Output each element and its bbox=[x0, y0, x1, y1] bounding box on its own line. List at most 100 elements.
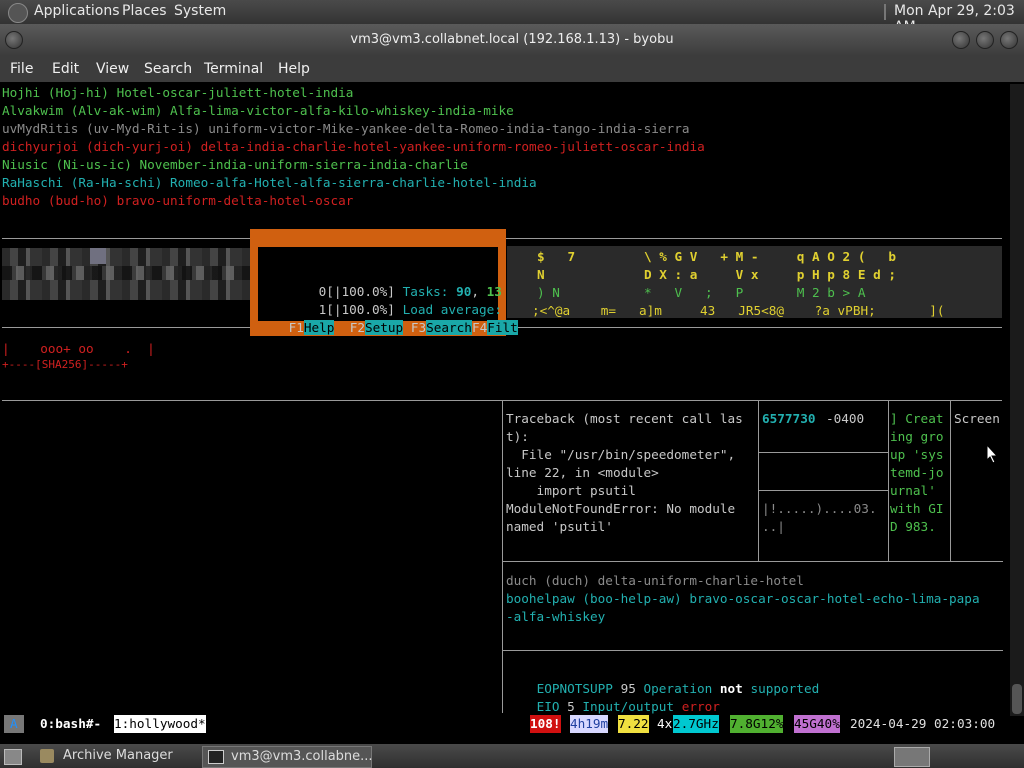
applications-menu[interactable]: Applications bbox=[34, 3, 120, 19]
pane-divider bbox=[758, 401, 759, 561]
menu-edit[interactable]: Edit bbox=[52, 61, 79, 77]
htop-fkeys: F1Help F2Setup F3SearchF4Filt bbox=[258, 301, 518, 335]
journal-line: with GI bbox=[890, 501, 944, 516]
show-desktop-icon[interactable] bbox=[4, 749, 22, 765]
window-title: vm3@vm3.collabnet.local (192.168.1.13) -… bbox=[350, 32, 674, 47]
updates-badge: 108! bbox=[530, 715, 561, 733]
hollywood-line: Alvakwim (Alv-ak-wim) Alfa-lima-victor-a… bbox=[2, 103, 514, 118]
matrix-row: N D X : a V x p H p 8 E d ; bbox=[537, 267, 897, 282]
close-button[interactable] bbox=[1000, 31, 1018, 49]
pane-divider bbox=[759, 490, 888, 491]
load-badge: 7.22 bbox=[618, 715, 649, 733]
cpu0-meter: 0[|100.0%] Tasks: 90, 13 bbox=[318, 284, 502, 299]
menu-terminal[interactable]: Terminal bbox=[204, 61, 263, 77]
dots-line: |!.....)....03. bbox=[762, 501, 877, 516]
window-tab-hollywood[interactable]: 1:hollywood* bbox=[114, 715, 206, 733]
fkey-f2[interactable]: F2 bbox=[350, 320, 365, 335]
maximize-button[interactable] bbox=[976, 31, 994, 49]
mouse-cursor-icon bbox=[986, 443, 999, 468]
matrix-row: ;<^@a m= a]m 43 JR5<8@ ?a vPBH; ]( bbox=[532, 303, 945, 318]
archive-manager-icon bbox=[40, 749, 54, 763]
fkey-setup[interactable]: Setup bbox=[364, 320, 404, 335]
menu-view[interactable]: View bbox=[96, 61, 129, 77]
journal-line: ing gro bbox=[890, 429, 944, 444]
system-menu[interactable]: System bbox=[174, 3, 226, 19]
fkey-filter[interactable]: Filt bbox=[487, 320, 518, 335]
error-line: EIO 5 Input/output error bbox=[536, 699, 720, 714]
matrix-row: ) N * V ; P M 2 b > A bbox=[537, 285, 866, 300]
menu-help[interactable]: Help bbox=[278, 61, 310, 77]
traceback-line: import psutil bbox=[506, 483, 636, 498]
fkey-f3[interactable]: F3 bbox=[411, 320, 426, 335]
journal-line: urnal' bbox=[890, 483, 936, 498]
taskbar-item-archive-manager[interactable]: Archive Manager bbox=[36, 746, 196, 766]
hollywood-line: duch (duch) delta-uniform-charlie-hotel bbox=[506, 573, 804, 588]
traceback-line: line 22, in <module> bbox=[506, 465, 659, 480]
pane-divider bbox=[503, 650, 1003, 651]
fkey-f1[interactable]: F1 bbox=[289, 320, 304, 335]
memory-badge: 7.8G12% bbox=[730, 715, 784, 733]
scrollbar-thumb[interactable] bbox=[1012, 684, 1022, 714]
fkey-search[interactable]: Search bbox=[426, 320, 472, 335]
traceback-line: ModuleNotFoundError: No module bbox=[506, 501, 736, 516]
places-menu[interactable]: Places bbox=[122, 3, 167, 19]
journal-line: D 983. bbox=[890, 519, 936, 534]
taskbar-label: vm3@vm3.collabne... bbox=[231, 749, 373, 764]
pixel-noise-pane bbox=[2, 246, 250, 302]
cpu-freq-badge: 2.7GHz bbox=[673, 715, 719, 733]
dots-line: ..| bbox=[762, 519, 785, 534]
gnome-foot-icon[interactable] bbox=[8, 3, 28, 23]
journal-line: temd-jo bbox=[890, 465, 944, 480]
hollywood-line: Hojhi (Hoj-hi) Hotel-oscar-juliett-hotel… bbox=[2, 85, 354, 100]
pane-divider bbox=[888, 401, 889, 561]
taskbar-label: Archive Manager bbox=[63, 748, 173, 763]
fkey-help[interactable]: Help bbox=[303, 320, 335, 335]
minimize-button[interactable] bbox=[952, 31, 970, 49]
uptime-badge: 4h19m bbox=[570, 715, 609, 733]
journal-line: up 'sys bbox=[890, 447, 944, 462]
traceback-line: File "/usr/bin/speedometer", bbox=[506, 447, 736, 462]
terminal-menubar: File Edit View Search Terminal Help bbox=[0, 56, 1024, 82]
hollywood-line: Niusic (Ni-us-ic) November-india-uniform… bbox=[2, 157, 468, 172]
cpu1-meter: 1[|100.0%] Load average: bbox=[318, 302, 502, 317]
journal-line: ] Creat bbox=[890, 411, 944, 426]
timestamp-tz: -0400 bbox=[826, 411, 865, 426]
hollywood-line: RaHaschi (Ra-Ha-schi) Romeo-alfa-Hotel-a… bbox=[2, 175, 537, 190]
terminal-icon bbox=[208, 750, 224, 764]
sha-art-line: +----[SHA256]-----+ bbox=[2, 358, 128, 371]
pane-divider bbox=[950, 401, 951, 561]
menu-search[interactable]: Search bbox=[144, 61, 192, 77]
terminal-scrollbar[interactable] bbox=[1010, 84, 1024, 716]
taskbar-item-terminal[interactable]: vm3@vm3.collabne... bbox=[202, 746, 373, 768]
bottom-taskbar: Archive Manager vm3@vm3.collabne... bbox=[0, 744, 1024, 768]
window-titlebar[interactable]: vm3@vm3.collabnet.local (192.168.1.13) -… bbox=[0, 24, 1024, 56]
byobu-statusbar: A 0:bash#- 1:hollywood* 108! 4h19m 7.22 … bbox=[0, 714, 1006, 734]
fkey-f4[interactable]: F4 bbox=[472, 320, 487, 335]
window-tab-bash[interactable]: 0:bash#- bbox=[40, 715, 101, 733]
hollywood-line: budho (bud-ho) bravo-uniform-delta-hotel… bbox=[2, 193, 354, 208]
matrix-pane: $ 7 \ % G V + M - q A O 2 ( b N D X : a … bbox=[507, 246, 1002, 318]
panel-separator bbox=[884, 4, 886, 20]
datetime: 2024-04-29 02:03:00 bbox=[850, 716, 996, 731]
hollywood-line: dichyurjoi (dich-yurj-oi) delta-india-ch… bbox=[2, 139, 705, 154]
traceback-line: Traceback (most recent call las bbox=[506, 411, 743, 426]
hollywood-line: -alfa-whiskey bbox=[506, 609, 606, 624]
screen-label: Screen bbox=[954, 411, 1000, 426]
top-panel: Applications Places System Mon Apr 29, 2… bbox=[0, 0, 1024, 35]
cpu-count: 4x bbox=[657, 716, 673, 731]
hollywood-line: uvMydRitis (uv-Myd-Rit-is) uniform-victo… bbox=[2, 121, 690, 136]
session-badge: A bbox=[4, 715, 24, 733]
pane-divider bbox=[503, 561, 1003, 562]
menu-file[interactable]: File bbox=[10, 61, 33, 77]
pane-divider bbox=[759, 452, 888, 453]
hollywood-line: boohelpaw (boo-help-aw) bravo-oscar-osca… bbox=[506, 591, 980, 606]
matrix-row: $ 7 \ % G V + M - q A O 2 ( b bbox=[537, 249, 897, 264]
error-line: EOPNOTSUPP 95 Operation not supported bbox=[536, 681, 820, 696]
terminal-content[interactable]: Hojhi (Hoj-hi) Hotel-oscar-juliett-hotel… bbox=[2, 84, 1008, 716]
timestamp-hex: 6577730 bbox=[762, 411, 816, 426]
pane-divider bbox=[502, 401, 503, 713]
disk-badge: 45G40% bbox=[794, 715, 840, 733]
workspace-switcher-icon[interactable] bbox=[894, 747, 930, 767]
traceback-line: named 'psutil' bbox=[506, 519, 613, 534]
htop-pane: 0[|100.0%] Tasks: 90, 13 1[|100.0%] Load… bbox=[258, 247, 518, 335]
